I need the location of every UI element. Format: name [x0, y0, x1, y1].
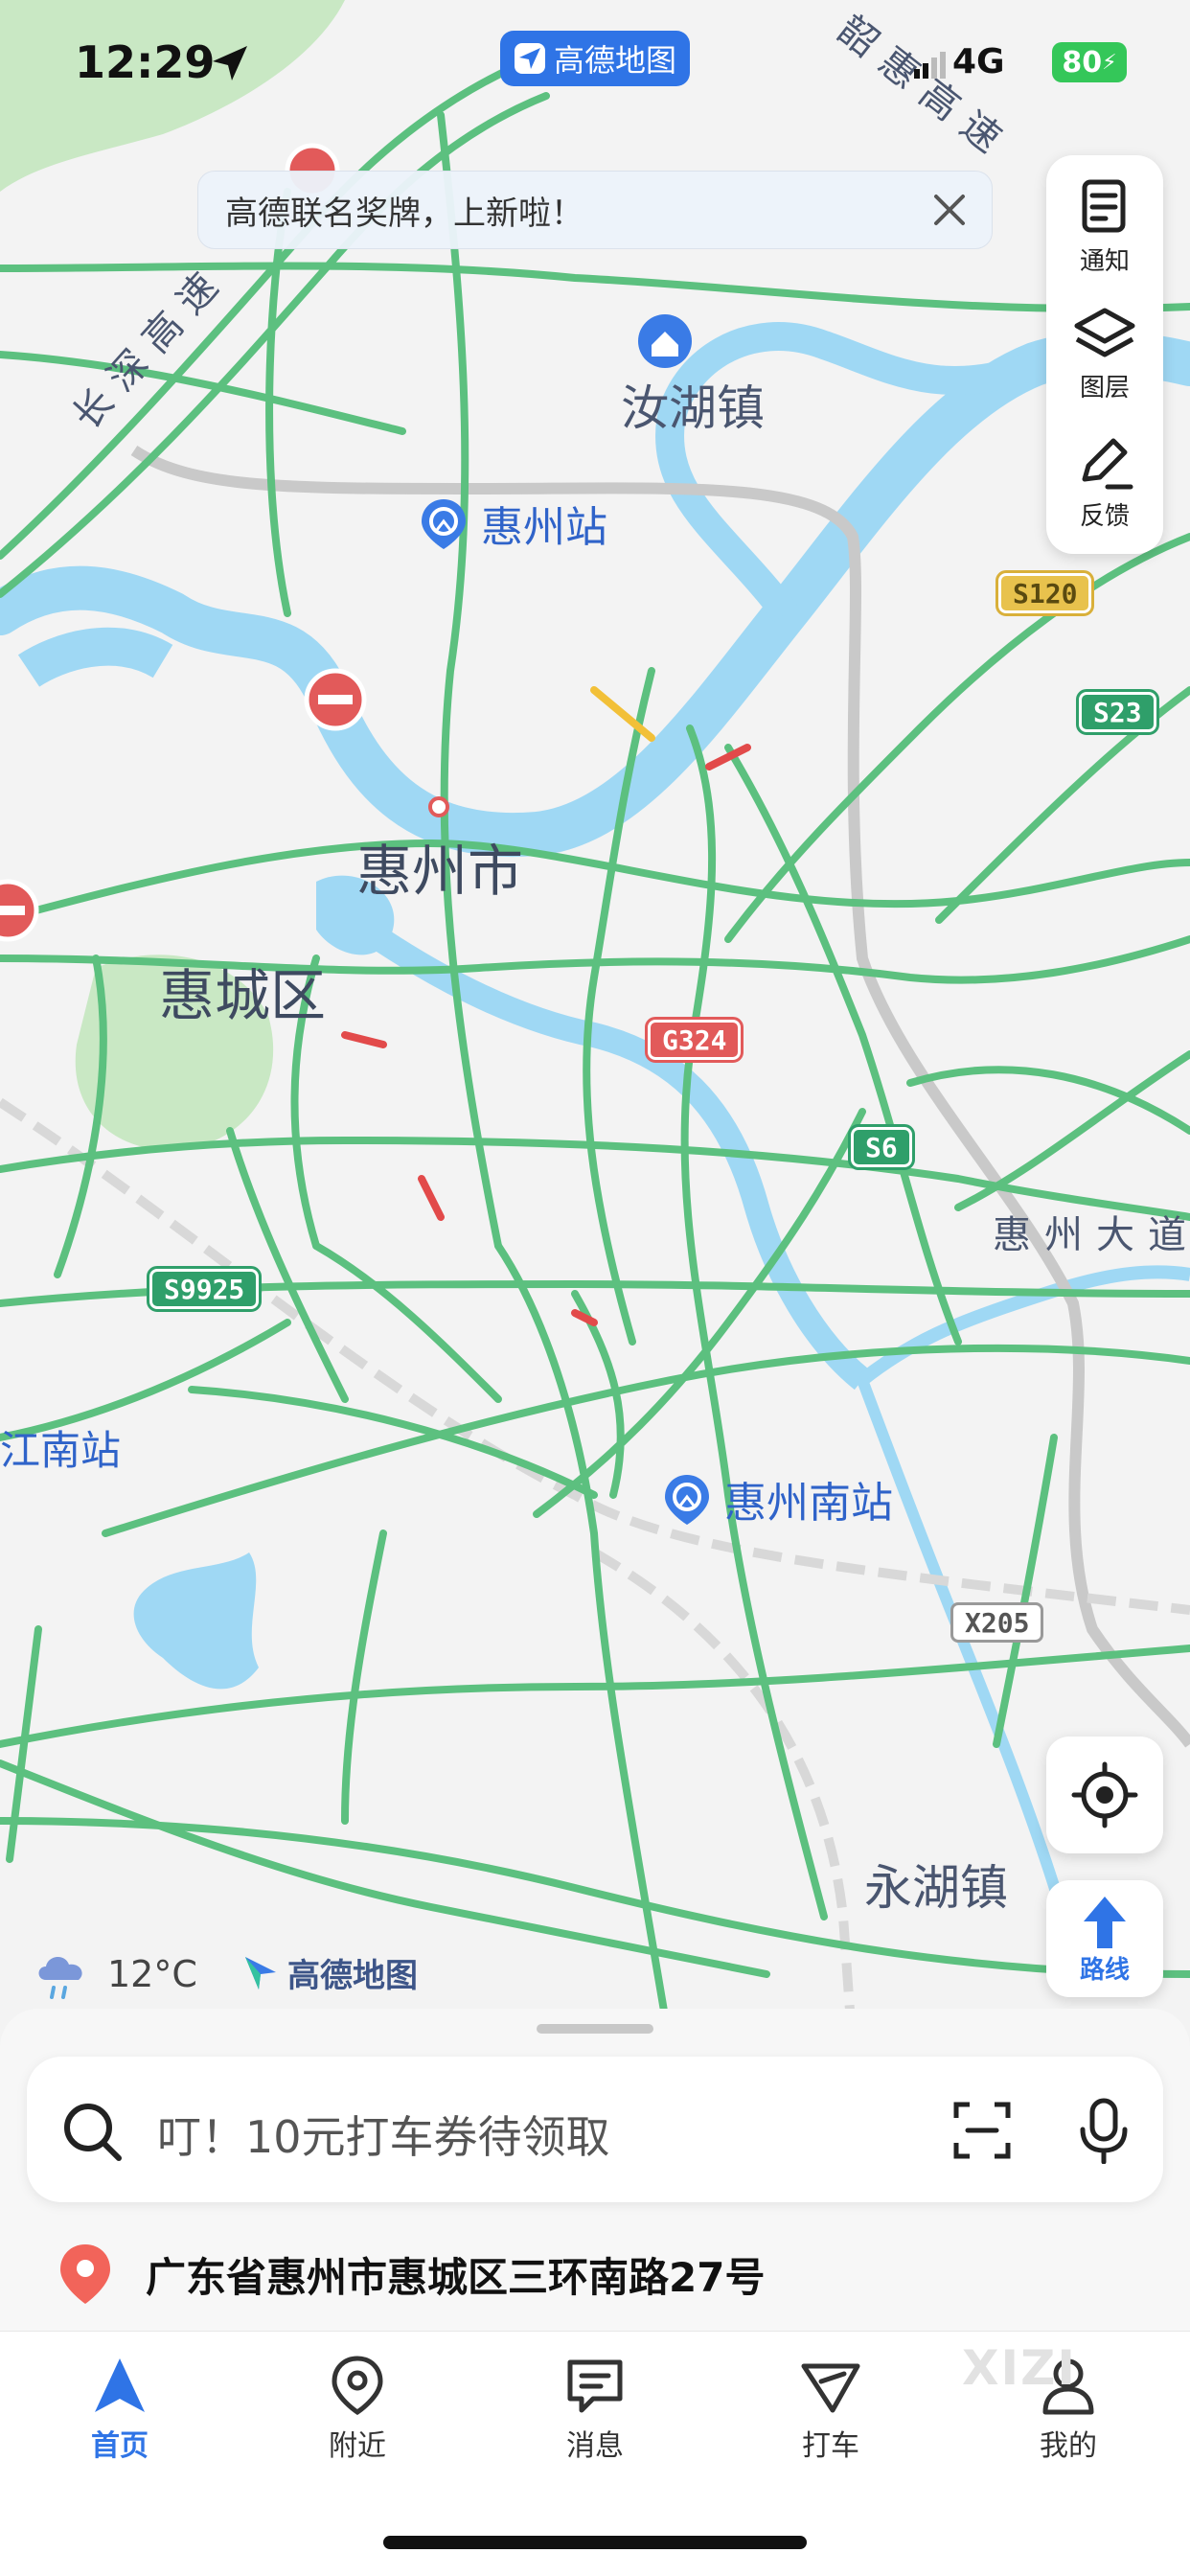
microphone-icon[interactable] — [1073, 2097, 1134, 2164]
battery-level: 80 — [1062, 45, 1103, 80]
notice-icon — [1082, 179, 1126, 232]
town-label-ruhu[interactable]: 汝湖镇 — [621, 370, 765, 439]
train-station-icon — [422, 499, 466, 549]
route-button[interactable]: 路线 — [1046, 1880, 1163, 1997]
route-label: 路线 — [1079, 1955, 1130, 1985]
tab-label: 首页 — [91, 2429, 149, 2463]
watermark: XIZI — [962, 2340, 1078, 2396]
location-arrow-icon — [213, 46, 247, 80]
road-shield-x205: X205 — [950, 1602, 1044, 1643]
notice-button[interactable]: 通知 — [1046, 165, 1163, 289]
tab-label: 打车 — [802, 2429, 859, 2463]
map-brand-logo: 高德地图 — [240, 1949, 418, 1996]
feedback-pencil-icon — [1082, 438, 1133, 489]
feedback-button[interactable]: 反馈 — [1046, 420, 1163, 544]
layers-label: 图层 — [1079, 373, 1130, 402]
city-label: 惠州市 — [356, 839, 524, 904]
map-view[interactable]: 惠州市 惠城区 汝湖镇 永湖镇 江南站 长深高速 韶惠高速 惠州大道 惠州站 惠… — [0, 0, 1190, 2055]
scan-icon[interactable] — [952, 2101, 1012, 2160]
notice-label: 通知 — [1079, 246, 1130, 276]
road-label-huizhou-dadao: 惠州大道 — [993, 1213, 1190, 1257]
poi-huizhou-south-station[interactable]: 惠州南站 — [659, 1468, 893, 1530]
layers-button[interactable]: 图层 — [1046, 291, 1163, 416]
charging-bolt-icon: ⚡ — [1102, 50, 1117, 75]
district-label: 惠城区 — [159, 963, 327, 1028]
battery-indicator: 80 ⚡ — [1052, 42, 1127, 82]
locate-me-button[interactable] — [1046, 1736, 1163, 1853]
tab-taxi[interactable]: 打车 — [759, 2355, 903, 2464]
close-icon[interactable] — [928, 189, 971, 231]
route-arrow-icon — [1084, 1896, 1126, 1948]
crosshair-icon — [1071, 1761, 1138, 1828]
feedback-label: 反馈 — [1079, 501, 1130, 531]
location-pin-icon — [60, 2244, 110, 2304]
layers-icon — [1074, 308, 1135, 356]
current-address[interactable]: 广东省惠州市惠城区三环南路27号 — [57, 2242, 765, 2306]
address-text: 广东省惠州市惠城区三环南路27号 — [146, 2253, 766, 2301]
town-label-yonghu[interactable]: 永湖镇 — [864, 1850, 1008, 1919]
map-tools-panel: 通知 图层 反馈 — [1046, 155, 1163, 554]
tab-home[interactable]: 首页 — [48, 2355, 192, 2464]
poi-label: 惠州南站 — [724, 1479, 893, 1528]
message-icon — [567, 2359, 623, 2413]
poi-label: 惠州站 — [481, 503, 607, 552]
no-entry-marker — [304, 668, 367, 731]
road-shield-s6: S6 — [848, 1124, 915, 1170]
town-icon — [638, 314, 692, 368]
city-center-dot — [428, 796, 449, 817]
screen: { "status_bar": { "time": "12:29", "app_… — [0, 0, 1190, 2576]
app-indicator-label: 高德地图 — [553, 42, 676, 79]
weather-widget[interactable]: 12°C — [33, 1945, 197, 2003]
sheet-drag-handle[interactable] — [537, 2024, 653, 2034]
banner-text: 高德联名奖牌，上新啦！ — [225, 194, 584, 233]
gaode-logo-icon — [514, 43, 545, 74]
map-brand-text: 高德地图 — [287, 1957, 418, 1995]
promo-banner[interactable]: 高德联名奖牌，上新啦！ — [197, 171, 993, 249]
jiangnan-station-label[interactable]: 江南站 — [0, 1418, 121, 1477]
train-station-icon — [665, 1475, 709, 1525]
road-shield-s9925: S9925 — [146, 1266, 263, 1312]
poi-huizhou-station[interactable]: 惠州站 — [416, 493, 607, 554]
status-time: 12:29 — [75, 36, 216, 88]
search-icon — [64, 2104, 122, 2161]
rain-cloud-icon — [38, 1956, 82, 1999]
app-indicator-pill[interactable]: 高德地图 — [500, 31, 690, 86]
tab-messages[interactable]: 消息 — [523, 2355, 667, 2464]
location-pin-icon — [332, 2356, 383, 2416]
home-arrow-icon — [95, 2358, 145, 2412]
taxi-icon — [801, 2363, 860, 2413]
gaode-logo-icon — [245, 1956, 276, 1990]
search-bar[interactable]: 叮！10元打车券待领取 — [27, 2057, 1163, 2202]
temperature: 12°C — [107, 1953, 197, 1995]
network-type: 4G — [952, 42, 1005, 81]
road-shield-g324: G324 — [644, 1017, 744, 1063]
home-indicator[interactable] — [383, 2536, 807, 2549]
tab-label: 附近 — [329, 2429, 386, 2463]
tab-nearby[interactable]: 附近 — [286, 2355, 429, 2464]
road-shield-s23: S23 — [1076, 689, 1159, 735]
tab-label: 我的 — [1040, 2429, 1097, 2463]
status-bar: 12:29 高德地图 4G 80 ⚡ — [0, 0, 1190, 125]
tab-label: 消息 — [566, 2429, 624, 2463]
no-entry-marker — [0, 879, 39, 942]
road-shield-s120: S120 — [995, 570, 1095, 616]
cellular-signal-icon — [914, 52, 946, 79]
search-input[interactable]: 叮！10元打车券待领取 — [157, 2103, 610, 2166]
